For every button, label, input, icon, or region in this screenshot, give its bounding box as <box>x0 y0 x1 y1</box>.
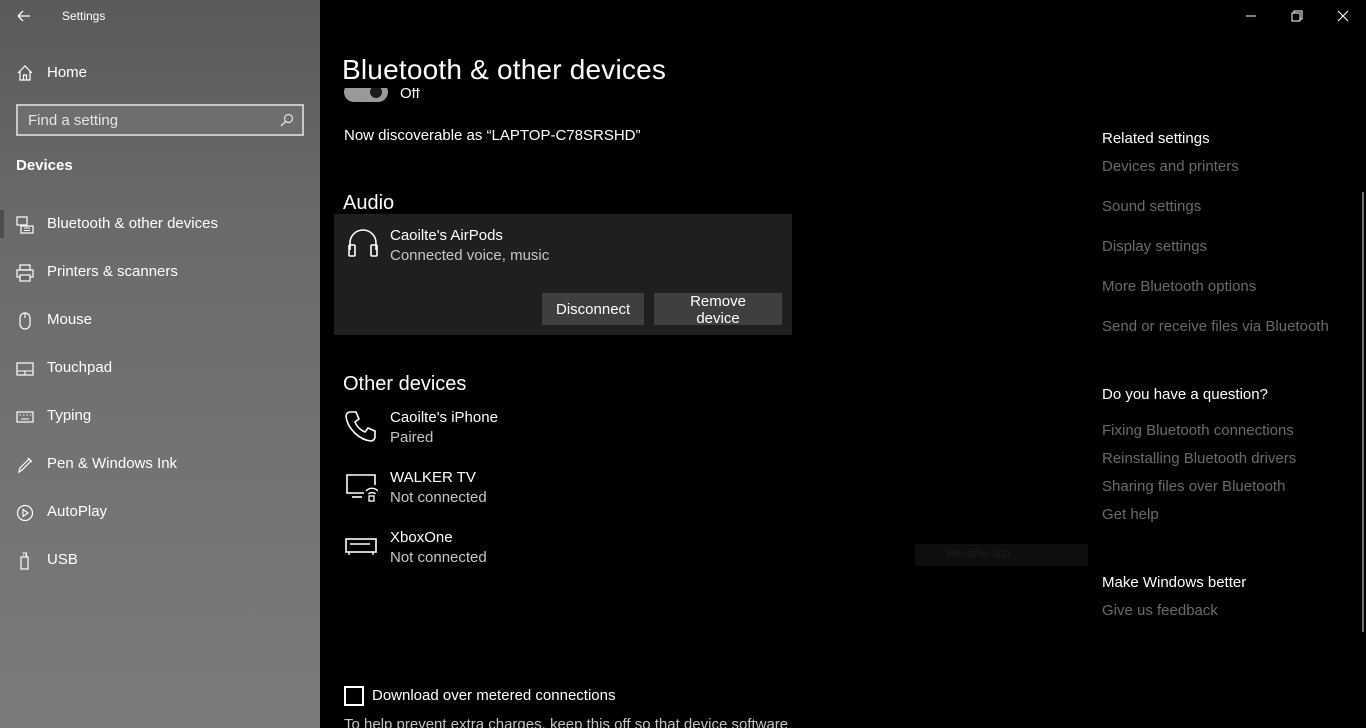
link-get-help[interactable]: Get help <box>1102 506 1159 523</box>
sidebar-item-touchpad[interactable]: Touchpad <box>0 348 320 388</box>
headphones-icon <box>348 229 378 257</box>
bluetooth-state-label: Off <box>400 88 420 102</box>
device-name: XboxOne <box>390 529 453 546</box>
sidebar: Settings Home Devices Bluetooth & other … <box>0 0 320 728</box>
touchpad-icon <box>16 362 34 376</box>
window-controls <box>1228 0 1366 32</box>
sidebar-item-label: USB <box>47 551 78 568</box>
link-fixing-bluetooth[interactable]: Fixing Bluetooth connections <box>1102 422 1294 439</box>
other-devices-heading: Other devices <box>343 373 467 395</box>
main-content: Bluetooth & other devices Off Now discov… <box>320 0 1366 728</box>
keyboard-icon <box>16 411 34 423</box>
home-icon <box>17 65 33 81</box>
search-box[interactable] <box>16 104 304 136</box>
sidebar-item-label: Touchpad <box>47 359 113 376</box>
autoplay-icon <box>16 504 34 522</box>
search-input[interactable] <box>18 106 268 134</box>
section-heading: Devices <box>16 157 73 174</box>
sidebar-item-label: Printers & scanners <box>47 263 178 280</box>
audio-device-card[interactable]: Caoilte's AirPods Connected voice, music… <box>334 214 792 335</box>
make-windows-better-heading: Make Windows better <box>1102 574 1247 591</box>
link-more-bluetooth[interactable]: More Bluetooth options <box>1102 278 1256 295</box>
nav-home[interactable]: Home <box>0 56 320 90</box>
title-bar-left: Settings <box>0 0 320 32</box>
sidebar-item-autoplay[interactable]: AutoPlay <box>0 492 320 532</box>
link-sound-settings[interactable]: Sound settings <box>1102 198 1201 215</box>
back-arrow-icon <box>17 10 30 22</box>
close-button[interactable] <box>1320 0 1366 32</box>
tv-icon <box>346 474 378 502</box>
mouse-icon <box>19 312 31 330</box>
sidebar-item-pen[interactable]: Pen & Windows Ink <box>0 444 320 484</box>
device-name: Caoilte's AirPods <box>390 227 503 244</box>
restore-button[interactable] <box>1274 0 1320 32</box>
close-icon <box>1337 10 1349 22</box>
remove-device-button[interactable]: Remove device <box>654 293 782 327</box>
nav-home-label: Home <box>47 64 88 81</box>
back-button[interactable] <box>12 6 34 26</box>
sidebar-item-label: Pen & Windows Ink <box>47 455 178 472</box>
related-settings-heading: Related settings <box>1102 130 1210 147</box>
page-title: Bluetooth & other devices <box>342 54 667 85</box>
scrollbar[interactable] <box>1362 192 1364 632</box>
pen-icon <box>18 457 33 474</box>
printer-icon <box>16 264 34 282</box>
link-display-settings[interactable]: Display settings <box>1102 238 1207 255</box>
device-item-xbox[interactable]: XboxOne Not connected <box>340 524 780 572</box>
link-give-feedback[interactable]: Give us feedback <box>1102 602 1218 619</box>
ghost-tooltip: Rename app <box>915 544 1088 566</box>
device-item-tv[interactable]: WALKER TV Not connected <box>340 464 780 512</box>
sidebar-item-mouse[interactable]: Mouse <box>0 300 320 340</box>
discoverable-text: Now discoverable as “LAPTOP-C78SRSHD” <box>344 127 641 144</box>
minimize-button[interactable] <box>1228 0 1274 32</box>
usb-icon <box>20 552 29 570</box>
sidebar-item-label: Mouse <box>47 311 93 328</box>
link-devices-printers[interactable]: Devices and printers <box>1102 158 1239 175</box>
sidebar-item-label: Typing <box>47 407 92 424</box>
device-item-iphone[interactable]: Caoilte's iPhone Paired <box>340 404 780 452</box>
device-name: Caoilte's iPhone <box>390 409 498 426</box>
metered-label[interactable]: Download over metered connections <box>372 687 615 704</box>
selection-indicator <box>0 210 4 238</box>
question-heading: Do you have a question? <box>1102 386 1268 403</box>
ghost-tooltip-text: Rename app <box>947 548 1010 560</box>
console-icon <box>345 538 377 555</box>
bluetooth-devices-icon <box>16 216 34 234</box>
device-name: WALKER TV <box>390 469 476 486</box>
link-sharing-files[interactable]: Sharing files over Bluetooth <box>1102 478 1285 495</box>
sidebar-item-printers[interactable]: Printers & scanners <box>0 252 320 292</box>
sidebar-item-typing[interactable]: Typing <box>0 396 320 436</box>
sidebar-item-usb[interactable]: USB <box>0 540 320 580</box>
bluetooth-toggle[interactable] <box>344 88 388 104</box>
device-status: Connected voice, music <box>390 247 550 264</box>
link-send-receive-files[interactable]: Send or receive files via Bluetooth <box>1102 318 1329 335</box>
metered-description: To help prevent extra charges, keep this… <box>344 716 789 728</box>
sidebar-item-label: Bluetooth & other devices <box>47 215 218 232</box>
metered-checkbox[interactable] <box>344 686 364 706</box>
device-status: Paired <box>390 429 434 446</box>
sidebar-item-label: AutoPlay <box>47 503 108 520</box>
audio-heading: Audio <box>343 192 395 214</box>
device-status: Not connected <box>390 549 487 566</box>
search-icon[interactable] <box>280 113 294 127</box>
device-status: Not connected <box>390 489 487 506</box>
app-title: Settings <box>62 9 106 23</box>
phone-icon <box>345 411 376 442</box>
minimize-icon <box>1246 15 1256 17</box>
disconnect-button[interactable]: Disconnect <box>542 293 644 325</box>
link-reinstalling-drivers[interactable]: Reinstalling Bluetooth drivers <box>1102 450 1296 467</box>
sidebar-item-bluetooth[interactable]: Bluetooth & other devices <box>0 204 320 244</box>
restore-icon <box>1291 10 1303 22</box>
